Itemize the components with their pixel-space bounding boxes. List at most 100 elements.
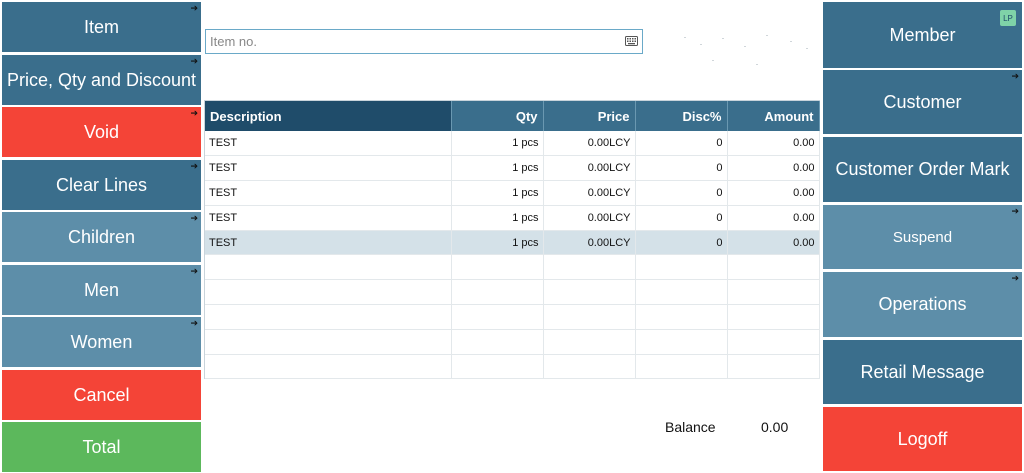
cell-price: 0.00LCY	[543, 205, 636, 231]
item-button-label: Item	[83, 16, 119, 37]
logoff-button[interactable]: Logoff	[823, 407, 1022, 471]
cell-description: TEST	[205, 155, 452, 182]
cell-price: 0.00LCY	[543, 230, 636, 256]
customer-order-mark-button[interactable]: Customer Order Mark	[823, 137, 1022, 202]
suspend-button[interactable]: Suspend ➔	[823, 205, 1022, 269]
price-qty-and-discount-button-label: Price, Qty and Discount	[6, 69, 197, 90]
submenu-arrow-icon: ➔	[1011, 71, 1019, 81]
item-search-field[interactable]	[205, 29, 643, 54]
empty-cell	[205, 354, 452, 380]
empty-cell	[635, 279, 728, 306]
empty-cell	[451, 354, 544, 380]
void-button[interactable]: Void ➔	[2, 107, 201, 157]
column-header-disc[interactable]: Disc%	[635, 101, 728, 131]
empty-cell	[727, 254, 820, 281]
submenu-arrow-icon: ➔	[190, 56, 198, 66]
cell-price: 0.00LCY	[543, 180, 636, 206]
empty-cell	[727, 279, 820, 306]
submenu-arrow-icon: ➔	[190, 318, 198, 328]
children-button[interactable]: Children ➔	[2, 212, 201, 262]
empty-cell	[451, 254, 544, 281]
women-button-label: Women	[70, 331, 133, 352]
logoff-button-label: Logoff	[897, 428, 948, 449]
empty-cell	[543, 254, 636, 281]
submenu-arrow-icon: ➔	[190, 3, 198, 13]
table-row[interactable]: TEST 1 pcs 0.00LCY 0 0.00	[205, 205, 820, 231]
women-button[interactable]: Women ➔	[2, 317, 201, 367]
operations-button[interactable]: Operations ➔	[823, 272, 1022, 337]
table-row[interactable]: TEST 1 pcs 0.00LCY 0 0.00	[205, 155, 820, 182]
cell-qty: 1 pcs	[451, 205, 544, 231]
item-button[interactable]: Item ➔	[2, 2, 201, 52]
cell-amount: 0.00	[727, 180, 820, 206]
empty-cell	[205, 304, 452, 330]
submenu-arrow-icon: ➔	[190, 108, 198, 118]
clear-lines-button[interactable]: Clear Lines ➔	[2, 160, 201, 210]
cell-description: TEST	[205, 131, 452, 157]
cancel-button-label: Cancel	[73, 384, 130, 405]
cell-qty: 1 pcs	[451, 180, 544, 206]
cell-price: 0.00LCY	[543, 155, 636, 182]
empty-cell	[727, 304, 820, 330]
empty-table-row	[205, 304, 820, 330]
cell-amount: 0.00	[727, 205, 820, 231]
cell-description: TEST	[205, 180, 452, 206]
customer-button-label: Customer	[883, 91, 962, 112]
total-button-label: Total	[82, 436, 121, 457]
submenu-arrow-icon: ➔	[190, 161, 198, 171]
clear-lines-button-label: Clear Lines	[55, 174, 148, 195]
balance-label: Balance	[665, 419, 716, 435]
total-button[interactable]: Total	[2, 422, 201, 472]
empty-table-row	[205, 279, 820, 306]
item-no-input[interactable]	[208, 32, 622, 51]
men-button[interactable]: Men ➔	[2, 265, 201, 315]
empty-cell	[451, 329, 544, 355]
table-row[interactable]: TEST 1 pcs 0.00LCY 0 0.00	[205, 180, 820, 206]
cell-disc: 0	[635, 131, 728, 157]
transaction-grid: Description Qty Price Disc% Amount TEST 1…	[204, 100, 820, 380]
operations-button-label: Operations	[878, 294, 967, 314]
cell-price: 0.00LCY	[543, 131, 636, 157]
column-header-description[interactable]: Description	[205, 101, 452, 131]
price-qty-and-discount-button[interactable]: Price, Qty and Discount ➔	[2, 55, 201, 105]
cell-amount: 0.00	[727, 155, 820, 182]
column-header-qty[interactable]: Qty	[451, 101, 544, 131]
submenu-arrow-icon: ➔	[1011, 273, 1019, 283]
submenu-arrow-icon: ➔	[1011, 206, 1019, 216]
empty-cell	[205, 329, 452, 355]
empty-cell	[543, 354, 636, 380]
cell-amount: 0.00	[727, 131, 820, 157]
submenu-arrow-icon: ➔	[190, 213, 198, 223]
cell-disc: 0	[635, 180, 728, 206]
column-header-amount[interactable]: Amount	[727, 101, 820, 131]
empty-cell	[635, 329, 728, 355]
empty-cell	[451, 304, 544, 330]
suspend-button-label: Suspend	[892, 228, 953, 246]
keyboard-icon[interactable]	[625, 36, 638, 46]
empty-cell	[543, 304, 636, 330]
table-row[interactable]: TEST 1 pcs 0.00LCY 0 0.00	[205, 131, 820, 157]
cell-description: TEST	[205, 205, 452, 231]
member-button-label: Member	[889, 24, 956, 45]
empty-cell	[205, 279, 452, 306]
empty-cell	[543, 329, 636, 355]
customer-order-mark-button-label: Customer Order Mark	[835, 159, 1010, 179]
cell-amount: 0.00	[727, 230, 820, 256]
empty-cell	[451, 279, 544, 306]
cell-disc: 0	[635, 205, 728, 231]
grid-header-row: Description Qty Price Disc% Amount	[205, 101, 820, 131]
empty-cell	[635, 254, 728, 281]
table-row[interactable]: TEST 1 pcs 0.00LCY 0 0.00	[205, 230, 820, 256]
retail-message-button-label: Retail Message	[860, 361, 985, 382]
cancel-button[interactable]: Cancel	[2, 370, 201, 420]
empty-table-row	[205, 329, 820, 355]
retail-message-button[interactable]: Retail Message	[823, 340, 1022, 404]
empty-cell	[727, 329, 820, 355]
customer-button[interactable]: Customer ➔	[823, 70, 1022, 134]
cell-disc: 0	[635, 155, 728, 182]
void-button-label: Void	[83, 121, 120, 142]
member-button[interactable]: Member LP	[823, 2, 1022, 68]
empty-cell	[635, 354, 728, 380]
column-header-price[interactable]: Price	[543, 101, 636, 131]
submenu-arrow-icon: ➔	[190, 266, 198, 276]
